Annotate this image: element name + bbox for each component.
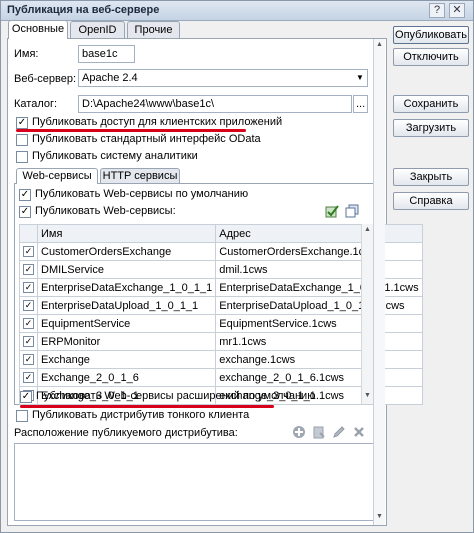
save-button[interactable]: Сохранить — [393, 95, 469, 113]
row-checkbox[interactable]: ✓ — [23, 246, 34, 258]
chevron-down-icon[interactable]: ▼ — [353, 70, 367, 86]
row-checkbox[interactable]: ✓ — [23, 300, 34, 312]
distrib-label: Публиковать дистрибутив тонкого клиента — [32, 409, 250, 421]
publish-dialog: Публикация на веб-сервере ? ✕ Основные O… — [0, 0, 474, 533]
help-button[interactable]: ? — [429, 3, 445, 18]
row-check-cell: ✓ — [19, 314, 38, 333]
row-check-cell: ✓ — [19, 278, 38, 297]
row-name[interactable]: Exchange — [36, 350, 217, 369]
form-scrollbar[interactable]: ▲ ▼ — [373, 39, 385, 525]
window-title: Публикация на веб-сервере — [7, 4, 160, 16]
web-services-panel: ✓ Публиковать Web-сервисы по умолчанию ✓… — [14, 183, 423, 405]
publish-clients-label: Публиковать доступ для клиентских прилож… — [32, 116, 283, 128]
col-address[interactable]: Адрес — [215, 224, 423, 243]
row-checkbox[interactable]: ✓ — [23, 372, 34, 384]
form-scroll-down-icon[interactable]: ▼ — [374, 511, 385, 523]
tab-other[interactable]: Прочие — [127, 21, 180, 39]
scroll-up-icon[interactable]: ▲ — [362, 224, 373, 236]
col-check — [19, 224, 38, 243]
row-check-cell: ✓ — [19, 242, 38, 261]
close-button[interactable]: Закрыть — [393, 168, 469, 186]
row-name[interactable]: Exchange_2_0_1_6 — [36, 368, 217, 387]
publish-clients-checkbox[interactable]: ✓ — [16, 117, 28, 129]
edit-icon[interactable] — [332, 425, 346, 439]
row-name[interactable]: EquipmentService — [36, 314, 217, 333]
delete-icon[interactable] — [352, 425, 366, 439]
row-check-cell: ✓ — [19, 260, 38, 279]
row-address[interactable]: mr1.1cws — [215, 332, 423, 351]
distrib-checkbox[interactable] — [16, 410, 28, 422]
ws-default-checkbox[interactable]: ✓ — [19, 189, 31, 201]
catalog-field[interactable]: D:\Apache24\www\base1c\ — [78, 95, 352, 113]
main-tab-panel: Имя: base1c Веб-сервер: Apache 2.4 ▼ Кат… — [7, 38, 423, 526]
browse-button[interactable]: ... — [353, 95, 368, 113]
row-address[interactable]: CustomerOrdersExchange.1cws — [215, 242, 423, 261]
ws-publish-checkbox[interactable]: ✓ — [19, 206, 31, 218]
row-checkbox[interactable]: ✓ — [23, 282, 34, 294]
load-button[interactable]: Загрузить — [393, 119, 469, 137]
row-name[interactable]: CustomerOrdersExchange — [36, 242, 217, 261]
row-address[interactable]: dmil.1cws — [215, 260, 423, 279]
row-name[interactable]: EnterpriseDataExchange_1_0_1_1 — [36, 278, 217, 297]
distrib-location-label: Расположение публикуемого дистрибутива: — [14, 427, 238, 439]
col-name[interactable]: Имя — [36, 224, 217, 243]
publish-analytics-label: Публиковать систему аналитики — [32, 150, 198, 162]
row-check-cell: ✓ — [19, 332, 38, 351]
title-bar: Публикация на веб-сервере ? ✕ — [1, 1, 473, 21]
catalog-label: Каталог: — [14, 98, 58, 110]
distrib-location-field[interactable] — [14, 443, 380, 521]
ws-extensions-checkbox[interactable]: ✓ — [20, 391, 32, 403]
uncheck-all-icon[interactable] — [345, 204, 359, 218]
row-name[interactable]: ERPMonitor — [36, 332, 217, 351]
tab-main[interactable]: Основные — [8, 20, 68, 39]
row-check-cell: ✓ — [19, 368, 38, 387]
webserver-value: Apache 2.4 — [82, 72, 138, 84]
ws-default-label: Публиковать Web-сервисы по умолчанию — [35, 188, 249, 200]
row-address[interactable]: EnterpriseDataUpload_1_0_1_1.1cws — [215, 296, 423, 315]
tab-web-services[interactable]: Web-сервисы — [16, 168, 98, 184]
add-icon[interactable] — [292, 425, 306, 439]
row-name[interactable]: DMILService — [36, 260, 217, 279]
publish-odata-checkbox[interactable] — [16, 134, 28, 146]
tab-openid[interactable]: OpenID — [70, 21, 125, 39]
highlight-underline-extensions — [20, 405, 274, 408]
row-name[interactable]: EnterpriseDataUpload_1_0_1_1 — [36, 296, 217, 315]
help-dialog-button[interactable]: Справка — [393, 192, 469, 210]
publish-button[interactable]: Опубликовать — [393, 26, 469, 44]
disconnect-button[interactable]: Отключить — [393, 48, 469, 66]
close-window-button[interactable]: ✕ — [449, 3, 465, 18]
row-checkbox[interactable]: ✓ — [23, 318, 34, 330]
ws-publish-label: Публиковать Web-сервисы: — [35, 205, 176, 217]
highlight-underline — [16, 129, 246, 132]
row-address[interactable]: EquipmentService.1cws — [215, 314, 423, 333]
row-address[interactable]: exchange.1cws — [215, 350, 423, 369]
copy-icon[interactable] — [312, 425, 326, 439]
row-checkbox[interactable]: ✓ — [23, 264, 34, 276]
form-scroll-up-icon[interactable]: ▲ — [374, 39, 385, 51]
webserver-select[interactable]: Apache 2.4 — [78, 69, 368, 87]
row-address[interactable]: exchange_2_0_1_6.1cws — [215, 368, 423, 387]
publish-odata-label: Публиковать стандартный интерфейс OData — [32, 133, 261, 145]
row-address[interactable]: EnterpriseDataExchange_1_0_1_1.1cws — [215, 278, 423, 297]
webserver-label: Веб-сервер: — [14, 73, 77, 85]
row-checkbox[interactable]: ✓ — [23, 336, 34, 348]
row-check-cell: ✓ — [19, 350, 38, 369]
table-scrollbar[interactable]: ▲ ▼ — [361, 224, 373, 404]
ws-extensions-label: Публиковать Web-сервисы расширений по ум… — [36, 390, 316, 402]
name-label: Имя: — [14, 48, 39, 60]
row-checkbox[interactable]: ✓ — [23, 354, 34, 366]
tab-http-services[interactable]: HTTP сервисы — [100, 168, 180, 183]
row-check-cell: ✓ — [19, 296, 38, 315]
name-field[interactable]: base1c — [78, 45, 135, 63]
scroll-down-icon[interactable]: ▼ — [362, 390, 373, 402]
check-all-icon[interactable] — [325, 204, 339, 218]
publish-analytics-checkbox[interactable] — [16, 151, 28, 163]
